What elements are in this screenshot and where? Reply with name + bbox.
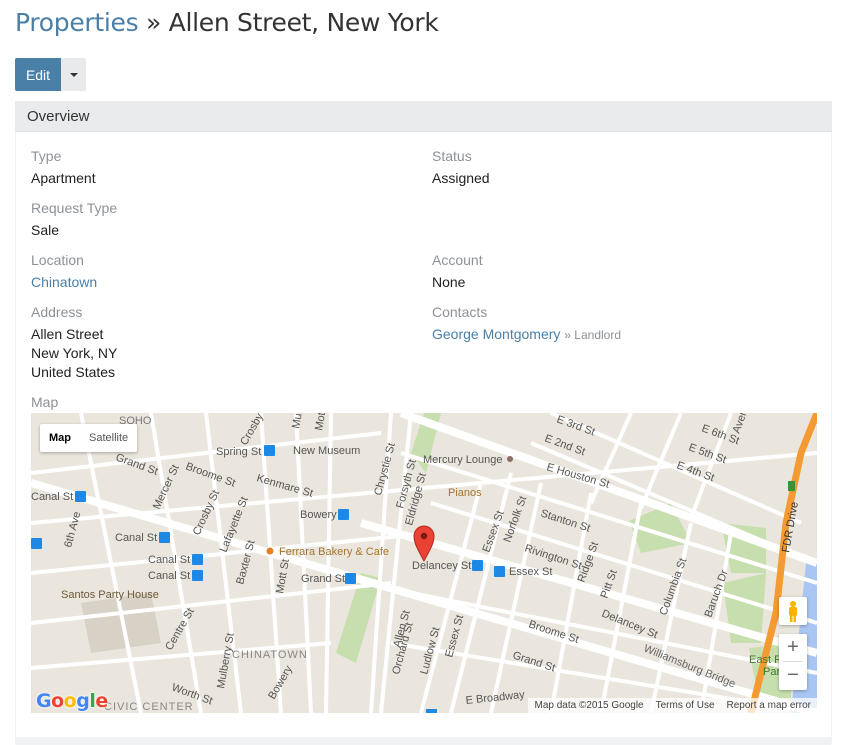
address-label: Address (31, 304, 83, 320)
report-map-error-link[interactable]: Report a map error (721, 698, 817, 713)
subway-icon (264, 445, 275, 456)
edit-button[interactable]: Edit (15, 58, 61, 91)
map-label: New Museum (293, 445, 360, 457)
overview-panel: Overview Type Apartment Status Assigned … (15, 101, 832, 745)
breadcrumb-separator: » (146, 8, 161, 37)
field-map: Map (31, 394, 58, 415)
address-line-1: Allen Street (31, 326, 104, 342)
address-line-2: New York, NY (31, 345, 118, 361)
subway-icon (426, 709, 437, 713)
google-logo[interactable]: Google (36, 690, 108, 712)
subway-icon (192, 554, 203, 565)
subway-icon (338, 509, 349, 520)
terms-of-use-link[interactable]: Terms of Use (650, 698, 721, 713)
map-label: Canal St (31, 491, 73, 503)
poi-dot-icon (507, 456, 513, 462)
route-shield-icon (788, 481, 795, 491)
map-label: CIVIC CENTER (104, 701, 194, 713)
address-line-3: United States (31, 364, 116, 380)
map-label: Canal St (148, 570, 190, 582)
contacts-label: Contacts (432, 304, 488, 320)
page-title-text: Allen Street, New York (168, 8, 439, 37)
panel-body: Type Apartment Status Assigned Request T… (16, 132, 831, 737)
status-value: Assigned (432, 170, 490, 186)
map-label: Santos Party House (61, 589, 159, 601)
map-view[interactable]: SOHO Spring St New Museum Mercury Lounge… (31, 413, 817, 713)
field-location: Location Chinatown (31, 252, 97, 292)
subway-icon (31, 538, 42, 549)
account-value: None (432, 274, 466, 290)
subway-icon (345, 573, 356, 584)
contact-role: » Landlord (564, 328, 622, 342)
edit-dropdown-toggle[interactable] (61, 58, 86, 91)
map-data-credit: Map data ©2015 Google (534, 700, 644, 711)
field-status: Status Assigned (432, 148, 490, 188)
map-label: Par (763, 666, 780, 678)
location-label: Location (31, 252, 84, 268)
pegman-glyph-icon (789, 601, 797, 622)
map-label: Essex St (509, 566, 552, 578)
map-type-map-button[interactable]: Map (40, 424, 80, 452)
zoom-control: + − (779, 634, 807, 690)
subway-icon (494, 566, 505, 577)
map-label: Grand St (301, 573, 345, 585)
map-label: Canal St (115, 532, 157, 544)
location-link[interactable]: Chinatown (31, 274, 97, 290)
request-type-value: Sale (31, 222, 60, 238)
map-label: Mercury Lounge (423, 454, 503, 466)
map-type-control: Map Satellite (40, 424, 138, 452)
zoom-out-button[interactable]: − (779, 662, 807, 689)
map-label: Delancey St (412, 560, 471, 572)
zoom-in-button[interactable]: + (779, 634, 807, 661)
map-label: Pianos (448, 487, 482, 499)
account-label: Account (432, 252, 483, 268)
status-label: Status (432, 148, 472, 164)
breadcrumb-properties-link[interactable]: Properties (15, 8, 139, 37)
map-attribution: Map data ©2015 Google Terms of Use Repor… (528, 698, 817, 713)
subway-icon (192, 570, 203, 581)
map-canvas[interactable]: SOHO Spring St New Museum Mercury Lounge… (31, 413, 817, 713)
panel-heading: Overview (15, 101, 832, 132)
page-title: Properties » Allen Street, New York (15, 8, 439, 37)
map-label: Ferrara Bakery & Cafe (279, 546, 389, 558)
map-label: Map (31, 394, 59, 410)
field-type: Type Apartment (31, 148, 96, 188)
map-label: Canal St (148, 554, 190, 566)
street-view-pegman-icon[interactable] (779, 597, 807, 625)
map-label: CHINATOWN (232, 649, 308, 661)
type-value: Apartment (31, 170, 96, 186)
map-type-satellite-button[interactable]: Satellite (80, 424, 137, 452)
field-request-type: Request Type Sale (31, 200, 117, 240)
field-account: Account None (432, 252, 483, 292)
map-label: Bowery (300, 509, 337, 521)
edit-button-group: Edit (15, 58, 86, 91)
contact-link[interactable]: George Montgomery (432, 326, 560, 342)
map-label: Spring St (216, 446, 261, 458)
request-type-label: Request Type (31, 200, 118, 216)
subway-icon (159, 532, 170, 543)
map-label: East R (749, 654, 782, 666)
field-contacts: Contacts George Montgomery » Landlord (432, 304, 621, 345)
type-label: Type (31, 148, 62, 164)
subway-icon (75, 491, 86, 502)
field-address: Address Allen Street New York, NY United… (31, 304, 117, 382)
subway-icon (472, 560, 483, 571)
poi-dot-icon (266, 547, 274, 555)
